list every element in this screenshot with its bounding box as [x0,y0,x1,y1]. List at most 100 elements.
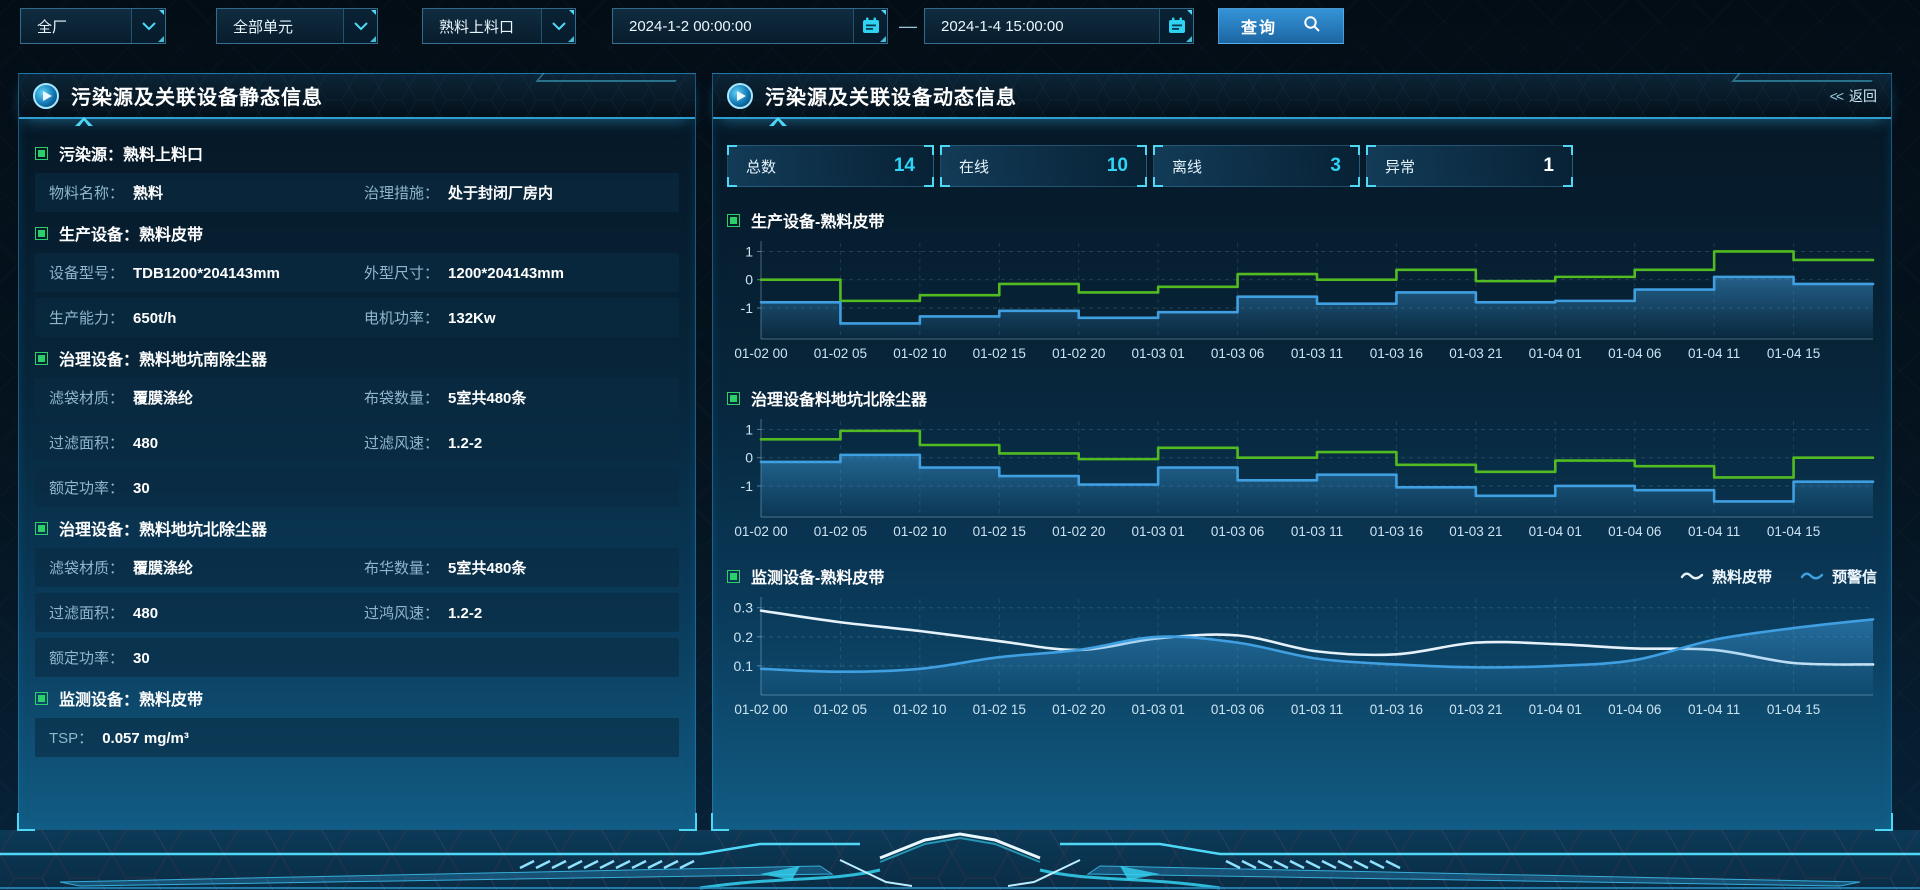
green-square-icon [35,227,48,240]
field-value: 1200*204143mm [448,265,564,282]
svg-text:01-02 15: 01-02 15 [973,346,1026,361]
svg-text:01-03 11: 01-03 11 [1291,524,1343,539]
search-button[interactable]: 查询 [1218,8,1344,44]
header-notch-decoration [535,73,683,82]
stat-card-总数: 总数14 [727,145,934,187]
header-notch-decoration [1731,73,1879,82]
svg-text:01-02 05: 01-02 05 [814,346,867,361]
production-device-chart: 10-101-02 0001-02 0501-02 1001-02 1501-0… [727,235,1879,365]
select-unit[interactable]: 全部单元 [216,8,378,44]
static-info-list: 污染源：熟料上料口物料名称：熟料治理措施：处于封闭厂房内生产设备：熟料皮带设备型… [19,119,695,757]
date-to-input[interactable]: 2024-1-4 15:00:00 [924,8,1194,44]
svg-text:01-02 00: 01-02 00 [734,346,787,361]
topbar: 全厂 全部单元 熟料上料口 2024-1-2 00:00:00 [0,0,1920,52]
svg-text:01-03 06: 01-03 06 [1211,702,1264,717]
chart1-title: 生产设备-熟料皮带 [727,208,884,232]
svg-text:01-03 21: 01-03 21 [1449,346,1502,361]
corner-bracket [1153,177,1163,187]
info-pair: 额定功率：30 [49,647,364,668]
field-value: 覆膜涤纶 [133,557,193,578]
play-icon [33,83,59,109]
svg-text:0.2: 0.2 [734,629,754,645]
device-stats-row: 总数14在线10离线3异常1 [727,145,1877,187]
select-unit-value: 全部单元 [217,9,343,43]
info-pair: 过滤面积：480 [49,602,364,623]
field-label: 额定功率： [49,477,124,498]
green-square-icon [727,392,740,405]
svg-text:0: 0 [745,450,753,466]
svg-text:01-03 11: 01-03 11 [1291,702,1343,717]
info-pair: 过鸿风速：1.2-2 [364,602,679,623]
section-title: 污染源：熟料上料口 [59,141,203,165]
stat-value: 3 [1330,155,1341,177]
select-source[interactable]: 熟料上料口 [422,8,576,44]
corner-bracket [727,145,737,155]
back-button[interactable]: << 返回 [1830,86,1877,106]
info-pair: TSP：0.057 mg/m³ [49,727,364,748]
stat-label: 在线 [959,156,989,177]
info-pair: 物料名称： 熟料 [49,182,364,203]
svg-text:01-02 05: 01-02 05 [814,702,867,717]
green-square-icon [727,214,740,227]
stat-card-离线: 离线3 [1153,145,1360,187]
field-label: 物料名称： [49,182,124,203]
calendar-icon[interactable] [853,9,887,43]
select-plant[interactable]: 全厂 [20,8,166,44]
info-pair: 滤袋材质：覆膜涤纶 [49,557,364,578]
corner-bracket [940,145,950,155]
chart3-title: 监测设备-熟料皮带 [727,564,884,588]
corner-bracket [924,177,934,187]
svg-text:0: 0 [745,272,753,288]
chevron-down-icon[interactable] [541,9,575,43]
legend-item: 熟料皮带 [1680,566,1772,587]
monitor-device-chart: 0.30.20.101-02 0001-02 0501-02 1001-02 1… [727,591,1879,721]
field-value: 650t/h [133,310,176,327]
info-pair: 电机功率：132Kw [364,307,679,328]
chevron-up-decoration [769,117,787,126]
field-value: 5室共480条 [448,557,526,578]
svg-text:01-02 15: 01-02 15 [973,702,1026,717]
info-pair: 额定功率： 30 [49,477,364,498]
field-label: TSP： [49,727,93,748]
green-square-icon [35,147,48,160]
corner-bracket [1137,145,1147,155]
chevron-down-icon[interactable] [131,9,165,43]
svg-text:01-04 01: 01-04 01 [1529,524,1582,539]
svg-text:01-02 20: 01-02 20 [1052,524,1105,539]
svg-text:01-02 00: 01-02 00 [734,702,787,717]
field-value: 480 [133,605,158,622]
select-source-value: 熟料上料口 [423,9,541,43]
info-pair: 滤袋材质：覆膜涤纶 [49,387,364,408]
green-square-icon [35,352,48,365]
svg-text:01-04 15: 01-04 15 [1767,346,1820,361]
section-header: 治理设备：熟料地坑北除尘器 [35,516,679,540]
svg-text:01-03 11: 01-03 11 [1291,346,1343,361]
corner-bracket [1137,177,1147,187]
svg-text:01-03 16: 01-03 16 [1370,524,1423,539]
treatment-device-chart: 10-101-02 0001-02 0501-02 1001-02 1501-0… [727,413,1879,543]
field-value: 熟料 [133,182,163,203]
stat-label: 异常 [1385,156,1415,177]
svg-text:01-03 21: 01-03 21 [1449,524,1502,539]
field-value: 30 [133,480,150,497]
svg-text:01-02 20: 01-02 20 [1052,702,1105,717]
calendar-icon[interactable] [1159,9,1193,43]
chevron-down-icon[interactable] [343,9,377,43]
field-label: 电机功率： [364,307,439,328]
chart2-title-row: 治理设备料地坑北除尘器 [727,386,1877,410]
svg-text:01-04 06: 01-04 06 [1608,524,1661,539]
field-value: 5室共480条 [448,387,526,408]
corner-bracket [1350,145,1360,155]
svg-text:01-02 00: 01-02 00 [734,524,787,539]
info-pair: 设备型号：TDB1200*204143mm [49,262,364,283]
date-from-input[interactable]: 2024-1-2 00:00:00 [612,8,888,44]
info-row: 生产能力：650t/h电机功率：132Kw [35,298,679,337]
back-label: 返回 [1849,86,1877,106]
svg-text:01-04 11: 01-04 11 [1688,524,1740,539]
corner-bracket [1350,177,1360,187]
static-info-title: 污染源及关联设备静态信息 [71,81,323,110]
field-value: 480 [133,435,158,452]
chart1-title-row: 生产设备-熟料皮带 [727,208,1877,232]
section-header: 治理设备：熟料地坑南除尘器 [35,346,679,370]
corner-bracket [1153,145,1163,155]
